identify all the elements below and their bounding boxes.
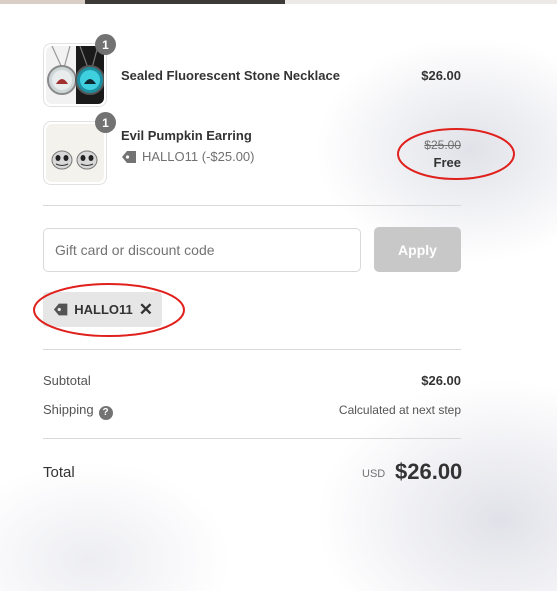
shipping-label: Shipping xyxy=(43,402,94,417)
subtotal-label: Subtotal xyxy=(43,373,91,388)
discounted-price: Free xyxy=(433,155,461,170)
tag-icon xyxy=(53,303,68,316)
necklace-thumbnail: 1 xyxy=(43,34,116,107)
tag-icon xyxy=(122,150,136,163)
shipping-value: Calculated at next step xyxy=(338,403,461,417)
header-image-strip xyxy=(0,0,557,4)
item-discount-label: HALLO11 (-$25.00) xyxy=(142,149,255,164)
divider xyxy=(43,205,461,206)
quantity-badge: 1 xyxy=(95,112,116,133)
total-value: $26.00 xyxy=(395,459,463,484)
original-price: $25.00 xyxy=(424,138,461,152)
necklace-image xyxy=(46,46,104,104)
remove-discount-icon[interactable]: ✕ xyxy=(139,301,153,318)
apply-button[interactable]: Apply xyxy=(374,227,461,272)
item-discount: HALLO11 (-$25.00) xyxy=(121,149,255,164)
shipping-row: Shipping? xyxy=(43,402,113,420)
currency-code: USD xyxy=(362,468,386,480)
earring-image xyxy=(46,124,104,182)
discount-code-input[interactable] xyxy=(43,228,361,272)
product-name: Evil Pumpkin Earring xyxy=(121,128,252,143)
divider xyxy=(43,438,461,439)
applied-discount-tag: HALLO11 ✕ xyxy=(43,292,162,327)
divider xyxy=(43,349,461,350)
product-name: Sealed Fluorescent Stone Necklace xyxy=(121,68,340,83)
product-price: $26.00 xyxy=(421,68,461,83)
total-label: Total xyxy=(43,464,75,481)
earring-thumbnail: 1 xyxy=(43,112,116,185)
quantity-badge: 1 xyxy=(95,34,116,55)
subtotal-value: $26.00 xyxy=(421,373,461,388)
applied-code-label: HALLO11 xyxy=(74,302,133,317)
help-icon[interactable]: ? xyxy=(98,405,113,420)
